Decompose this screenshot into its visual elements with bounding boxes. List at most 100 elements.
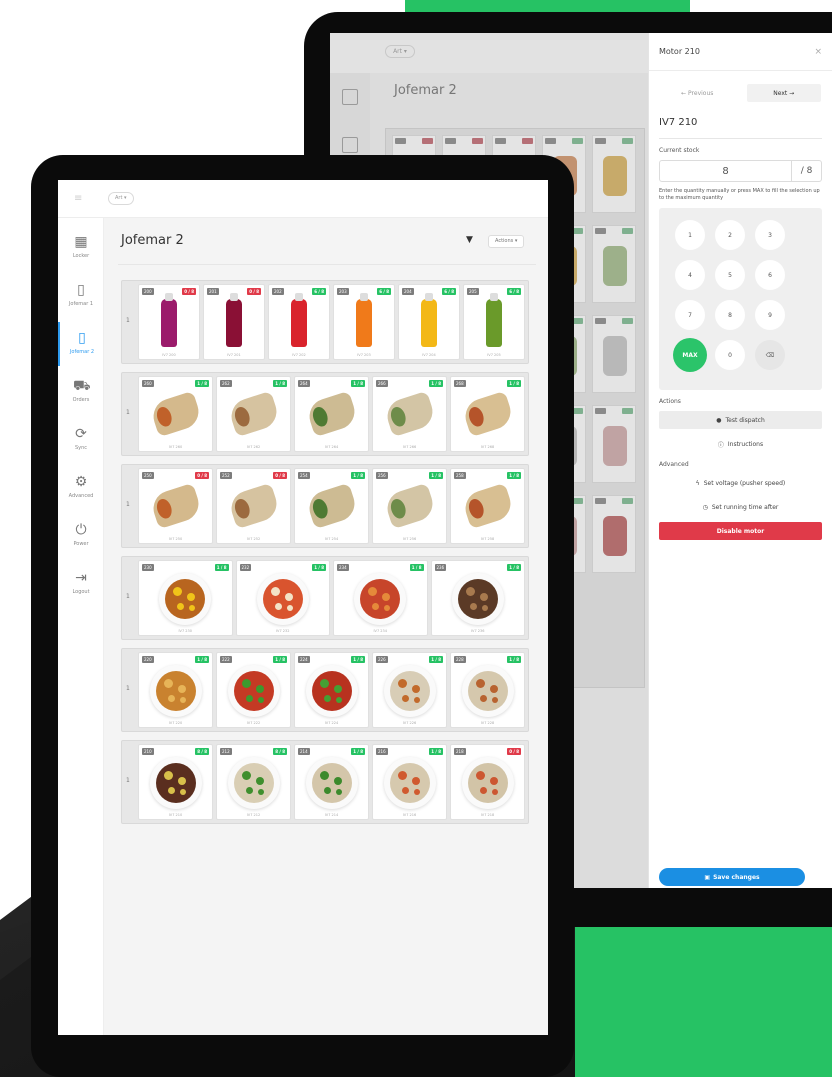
sidebar-item-sync[interactable]: ⟳ Sync [58, 418, 104, 462]
motor-slot[interactable]: 256 1 / 8 IV7 256 [372, 468, 447, 544]
row-number: 1 [126, 593, 130, 600]
juice-bottle-image [226, 293, 242, 347]
food-detail [491, 697, 498, 703]
instructions-button[interactable]: ⓘ Instructions [659, 435, 822, 453]
keypad-key-4[interactable]: 4 [675, 260, 705, 290]
next-button[interactable]: Next → [745, 83, 822, 103]
juice-bottle-image [356, 293, 372, 347]
set-running-time-button[interactable]: ◷ Set running time after [659, 498, 822, 516]
stock-badge: 1 / 8 [351, 472, 365, 479]
stock-badge [622, 318, 633, 324]
motor-slot[interactable]: 218 0 / 8 IV7 218 [450, 744, 525, 820]
motor-slot[interactable]: 216 1 / 8 IV7 216 [372, 744, 447, 820]
sidebar-item-power[interactable]: ⏻ Power [58, 514, 104, 558]
motor-slot[interactable]: 236 1 / 8 IV7 236 [430, 560, 525, 636]
motor-slot[interactable]: 230 1 / 8 IV7 230 [138, 560, 233, 636]
vending-icon [342, 137, 358, 153]
motor-slot[interactable]: 262 1 / 8 IV7 262 [216, 376, 291, 452]
vending-icon: ▯ [78, 330, 86, 346]
motor-slot[interactable]: 220 1 / 8 IV7 220 [138, 652, 213, 728]
stock-input[interactable]: 8 / 8 [659, 160, 822, 182]
keypad-key-7[interactable]: 7 [675, 300, 705, 330]
previous-button[interactable]: ← Previous [659, 83, 736, 103]
juice-bottle-image [161, 293, 177, 347]
sidebar-item-jofemar-2[interactable]: ▯ Jofemar 2 [58, 322, 104, 366]
motor-slot[interactable]: 266 1 / 8 IV7 266 [372, 376, 447, 452]
set-voltage-button[interactable]: ϟ Set voltage (pusher speed) [659, 474, 822, 492]
sidebar-item-orders[interactable]: ⛟ Orders [58, 370, 104, 414]
motor-slot[interactable]: 201 0 / 8 IV7 201 [203, 284, 265, 360]
location-pill[interactable]: Art ▾ [385, 45, 415, 58]
numeric-keypad: 1 2 3 4 5 6 7 8 9 MAX 0 ⌫ [659, 208, 822, 390]
sidebar-item-logout[interactable]: ⇥ Logout [58, 562, 104, 606]
motor-slot[interactable]: 264 1 / 8 IV7 264 [294, 376, 369, 452]
motor-slot[interactable]: 203 6 / 8 IV7 203 [333, 284, 395, 360]
menu-icon[interactable]: ≡ [74, 193, 82, 204]
stock-badge: 1 / 8 [312, 564, 326, 571]
motor-slot[interactable]: 252 0 / 8 IV7 252 [216, 468, 291, 544]
instructions-label: Instructions [727, 440, 764, 448]
keypad-key-0[interactable]: 0 [715, 340, 745, 370]
sidebar-item-advanced[interactable]: ⚙ Advanced [58, 466, 104, 510]
product-ref: IV7 254 [324, 537, 339, 541]
motor-slot[interactable]: 224 1 / 8 IV7 224 [294, 652, 369, 728]
food-detail [411, 777, 420, 785]
location-pill[interactable]: Art ▾ [108, 192, 134, 205]
wrap-filling [232, 497, 252, 521]
motor-slot[interactable]: 250 0 / 8 IV7 250 [138, 468, 213, 544]
motor-slot[interactable]: 202 6 / 8 IV7 202 [268, 284, 330, 360]
food-detail [323, 787, 331, 794]
motor-slot[interactable]: 210 8 / 8 IV7 210 [138, 744, 213, 820]
keypad-key-3[interactable]: 3 [755, 220, 785, 250]
keypad-key-2[interactable]: 2 [715, 220, 745, 250]
motor-slot[interactable]: 234 1 / 8 IV7 234 [333, 560, 428, 636]
motor-slot[interactable]: 228 1 / 8 IV7 228 [450, 652, 525, 728]
food-detail [401, 695, 409, 702]
wrap-image [304, 482, 359, 530]
grid-icon: ▦ [74, 234, 88, 250]
motor-id-badge: 214 [298, 748, 310, 755]
keypad-key-5[interactable]: 5 [715, 260, 745, 290]
keypad-key-1[interactable]: 1 [675, 220, 705, 250]
motor-slot[interactable]: 254 1 / 8 IV7 254 [294, 468, 369, 544]
motor-slot[interactable]: 212 8 / 8 IV7 212 [216, 744, 291, 820]
food-detail [489, 777, 498, 785]
back-motor-slot [592, 135, 636, 213]
keypad-key-8[interactable]: 8 [715, 300, 745, 330]
stock-value[interactable]: 8 [660, 161, 791, 181]
sidebar-item-locker[interactable]: ▦ Locker [58, 226, 104, 270]
actions-dropdown[interactable]: Actions ▾ [488, 235, 525, 248]
test-dispatch-button[interactable]: ● Test dispatch [659, 411, 822, 429]
food-detail [274, 603, 282, 610]
sidebar-item-label: Power [73, 541, 89, 547]
filter-icon[interactable]: ▼ [466, 235, 473, 245]
max-key[interactable]: MAX [673, 338, 707, 372]
stock-badge: 1 / 8 [195, 656, 209, 663]
delete-key[interactable]: ⌫ [755, 340, 785, 370]
row-number: 1 [126, 409, 130, 416]
motor-slot[interactable]: 226 1 / 8 IV7 226 [372, 652, 447, 728]
motor-id-badge [445, 138, 456, 144]
keypad-key-9[interactable]: 9 [755, 300, 785, 330]
product-ref: IV7 268 [480, 445, 495, 449]
keypad-key-6[interactable]: 6 [755, 260, 785, 290]
disable-motor-button[interactable]: Disable motor [659, 522, 822, 540]
food-detail [491, 789, 498, 795]
motor-slot[interactable]: 204 6 / 8 IV7 204 [398, 284, 460, 360]
motor-slot[interactable]: 205 6 / 8 IV7 205 [463, 284, 525, 360]
save-changes-button[interactable]: ▣ Save changes [659, 868, 805, 886]
motor-slot[interactable]: 258 1 / 8 IV7 258 [450, 468, 525, 544]
motor-slot[interactable]: 222 1 / 8 IV7 222 [216, 652, 291, 728]
motor-slot[interactable]: 200 0 / 8 IV7 200 [138, 284, 200, 360]
motor-slot[interactable]: 232 1 / 8 IV7 232 [235, 560, 330, 636]
motor-slot[interactable]: 260 1 / 8 IV7 260 [138, 376, 213, 452]
wrap-filling [388, 405, 408, 429]
food-detail [284, 593, 293, 601]
motor-slot[interactable]: 214 1 / 8 IV7 214 [294, 744, 369, 820]
food-detail [270, 587, 280, 596]
stock-badge: 1 / 8 [351, 380, 365, 387]
close-icon[interactable]: × [814, 47, 822, 57]
sidebar-item-jofemar-1[interactable]: ▯ Jofemar 1 [58, 274, 104, 318]
product-ref: IV7 260 [168, 445, 183, 449]
motor-slot[interactable]: 268 1 / 8 IV7 268 [450, 376, 525, 452]
